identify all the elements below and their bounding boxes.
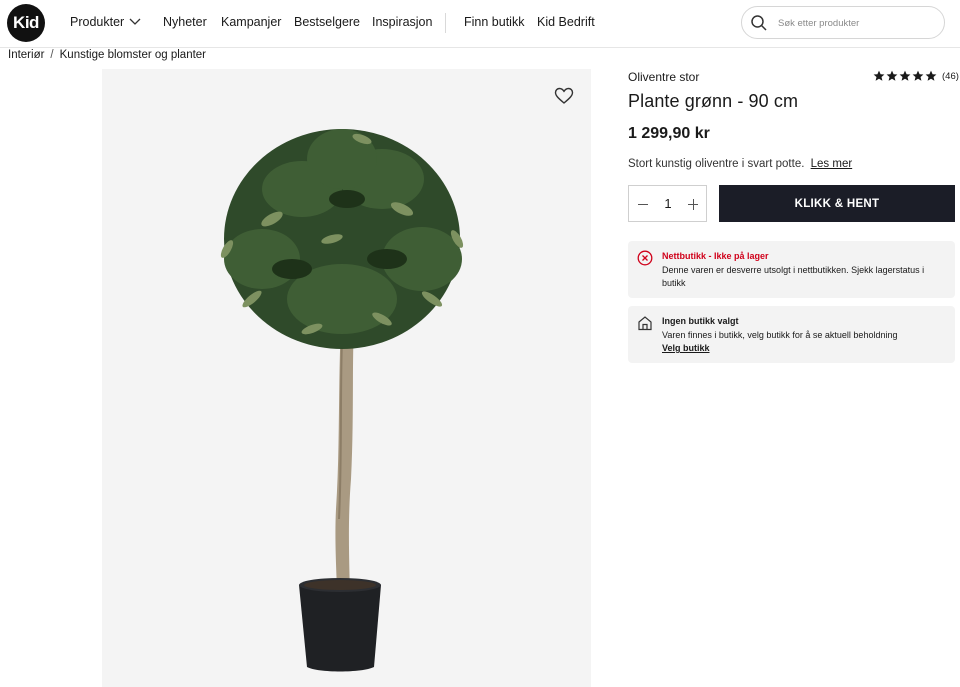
- search-icon[interactable]: [750, 14, 768, 32]
- rating-count[interactable]: (46): [942, 71, 959, 82]
- product-rating[interactable]: (46): [873, 70, 959, 82]
- product-description: Stort kunstig oliventre i svart potte. L…: [628, 158, 852, 170]
- star-icon: [899, 70, 911, 81]
- star-icon: [925, 70, 937, 81]
- store-notice-body: Varen finnes i butikk, velg butikk for å…: [662, 329, 898, 340]
- nav-bestselgere[interactable]: Bestselgere: [294, 15, 360, 29]
- nav-divider: [445, 13, 446, 33]
- description-text: Stort kunstig oliventre i svart potte.: [628, 158, 805, 170]
- star-icon: [886, 70, 898, 81]
- nav-inspirasjon[interactable]: Inspirasjon: [372, 15, 432, 29]
- select-store-link[interactable]: Velg butikk: [662, 343, 710, 353]
- nav-kid-bedrift[interactable]: Kid Bedrift: [537, 15, 595, 29]
- online-stock-title: Nettbutikk - Ikke på lager: [662, 251, 769, 261]
- store-notice-title: Ingen butikk valgt: [662, 316, 739, 326]
- x-circle-icon: [637, 250, 653, 266]
- kid-logo[interactable]: Kid: [7, 4, 45, 42]
- quantity-value[interactable]: 1: [662, 196, 674, 211]
- nav-kampanjer[interactable]: Kampanjer: [221, 15, 281, 29]
- product-price: 1 299,90 kr: [628, 125, 710, 142]
- star-icon: [873, 70, 885, 81]
- olive-tree-image: [220, 129, 464, 672]
- search-bar[interactable]: [741, 6, 945, 39]
- chevron-down-icon[interactable]: [127, 13, 143, 29]
- minus-icon[interactable]: [637, 197, 649, 211]
- product-brand: Oliventre stor: [628, 70, 700, 84]
- breadcrumb-separator: /: [50, 49, 54, 61]
- nav-nyheter[interactable]: Nyheter: [163, 15, 207, 29]
- star-icon: [912, 70, 924, 81]
- product-image[interactable]: [102, 69, 591, 687]
- online-stock-body: Denne varen er desverre utsolgt i nettbu…: [662, 264, 925, 289]
- breadcrumb-item-interior[interactable]: Interiør: [8, 49, 44, 61]
- nav-produkter[interactable]: Produkter: [70, 15, 124, 29]
- search-input[interactable]: [778, 14, 938, 32]
- quantity-stepper[interactable]: 1: [628, 185, 707, 222]
- plus-icon[interactable]: [687, 197, 699, 211]
- online-stock-notice: Nettbutikk - Ikke på lager Denne varen e…: [628, 241, 955, 298]
- heart-icon[interactable]: [554, 87, 574, 105]
- breadcrumb-item-artificial-plants[interactable]: Kunstige blomster og planter: [60, 49, 206, 61]
- read-more-link[interactable]: Les mer: [811, 158, 853, 170]
- nav-finn-butikk[interactable]: Finn butikk: [464, 15, 524, 29]
- store-icon: [638, 316, 652, 331]
- product-title: Plante grønn - 90 cm: [628, 91, 799, 111]
- site-header: Kid Produkter Nyheter Kampanjer Bestselg…: [0, 0, 960, 48]
- click-and-collect-button[interactable]: KLIKK & HENT: [719, 185, 955, 222]
- breadcrumb: Interiør / Kunstige blomster og planter: [8, 49, 206, 61]
- store-notice: Ingen butikk valgt Varen finnes i butikk…: [628, 306, 955, 363]
